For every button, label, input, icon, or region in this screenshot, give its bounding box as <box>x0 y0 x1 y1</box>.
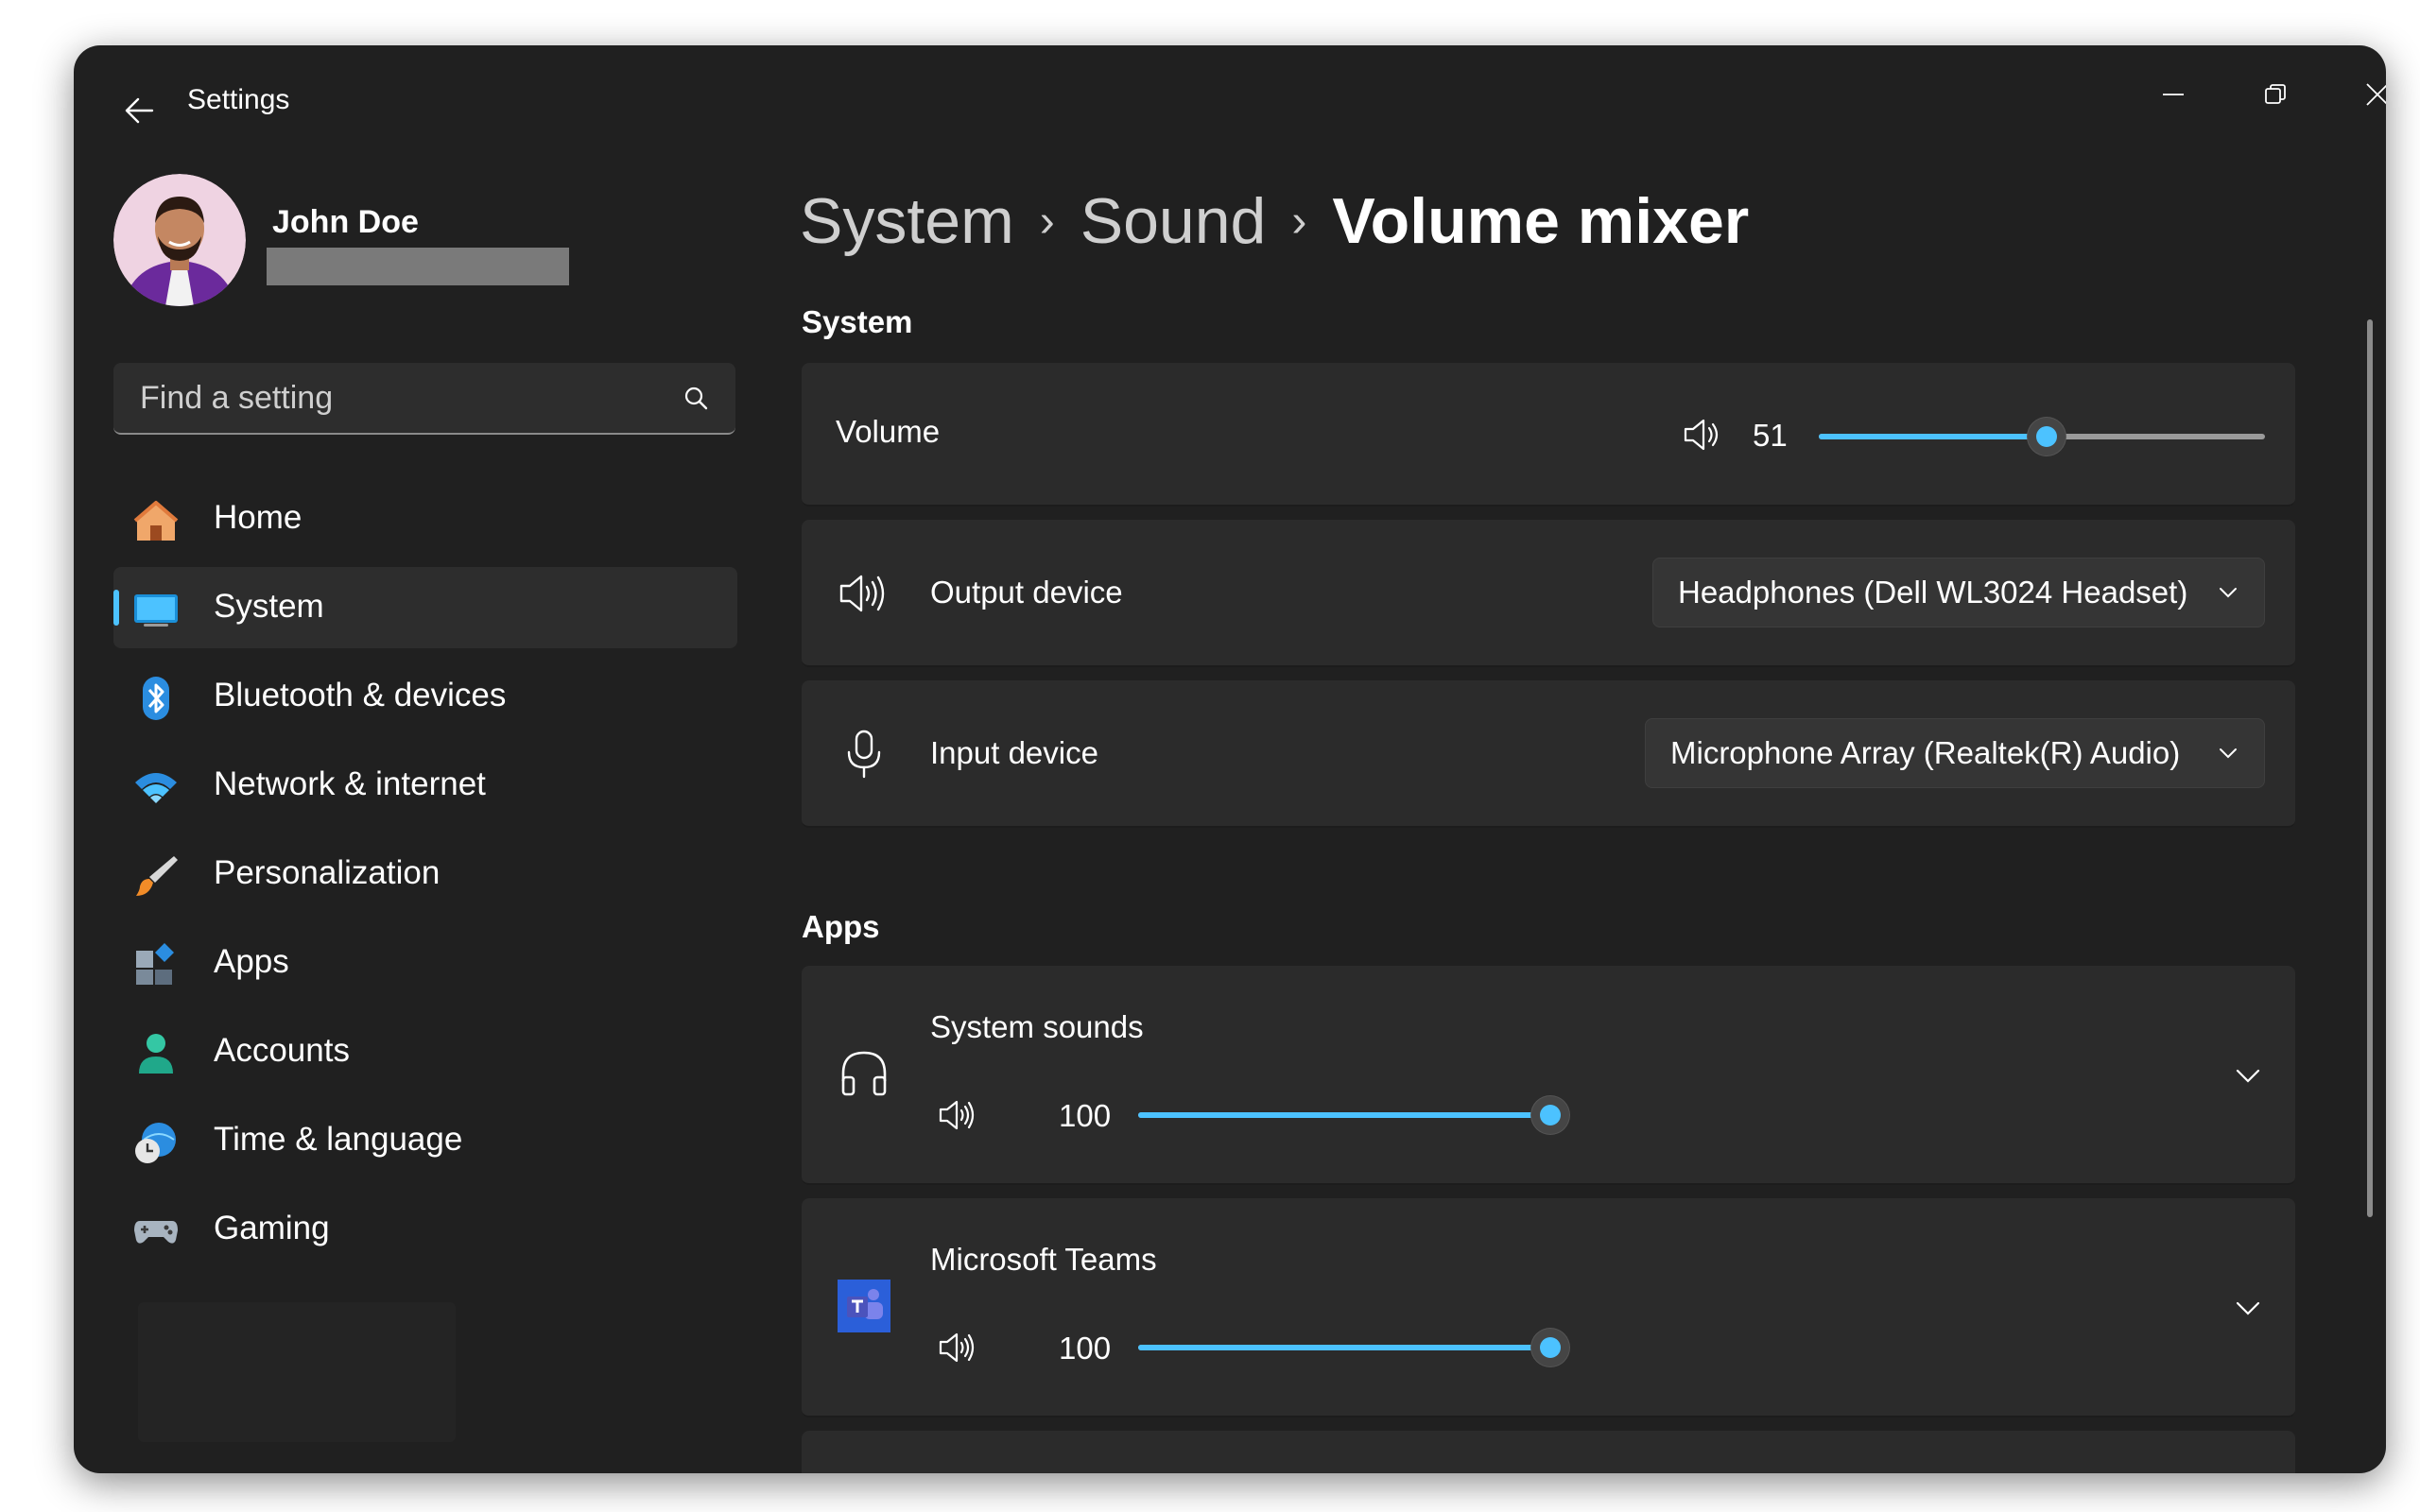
sidebar-item-accounts[interactable]: Accounts <box>113 1011 737 1092</box>
scrollbar[interactable] <box>2367 319 2373 1217</box>
app-card-system-sounds[interactable]: System sounds 100 <box>802 966 2295 1185</box>
slider-thumb[interactable] <box>1531 1329 1569 1366</box>
selection-indicator <box>113 590 119 626</box>
app-volume-slider[interactable] <box>1138 1096 1569 1134</box>
wifi-icon <box>135 773 177 803</box>
chevron-down-icon[interactable] <box>2233 1060 2263 1091</box>
speaker-icon[interactable] <box>936 1094 977 1136</box>
speaker-icon <box>839 575 885 612</box>
breadcrumb: System › Sound › Volume mixer <box>800 174 1749 268</box>
sidebar-item-label: Gaming <box>214 1210 330 1246</box>
breadcrumb-sound[interactable]: Sound <box>1080 184 1267 258</box>
section-title-system: System <box>802 304 913 339</box>
output-device-card: Output device Headphones (Dell WL3024 He… <box>802 520 2295 667</box>
headphones-icon <box>841 1051 887 1096</box>
sidebar-item-gaming[interactable]: Gaming <box>113 1189 737 1270</box>
chevron-down-icon[interactable] <box>2233 1293 2263 1323</box>
sidebar-item-label: Bluetooth & devices <box>214 677 507 713</box>
avatar-photo-icon <box>113 174 246 306</box>
microphone-icon <box>847 730 881 779</box>
output-device-value: Headphones (Dell WL3024 Headset) <box>1678 575 2188 610</box>
monitor-icon <box>134 594 178 627</box>
input-device-label: Input device <box>930 735 1098 770</box>
user-email-redacted <box>267 248 569 285</box>
sidebar-item-label: System <box>214 588 324 625</box>
search-icon[interactable] <box>681 384 711 414</box>
app-card-microsoft-teams[interactable]: Microsoft Teams 100 <box>802 1198 2295 1418</box>
search-input[interactable] <box>138 363 671 433</box>
output-device-label: Output device <box>930 575 1123 610</box>
avatar[interactable] <box>113 174 246 306</box>
volume-label: Volume <box>836 414 941 449</box>
volume-slider[interactable] <box>1819 418 2265 455</box>
sidebar-item-network[interactable]: Network & internet <box>113 745 737 826</box>
sidebar-item-label: Network & internet <box>214 765 486 802</box>
sidebar-item-apps[interactable]: Apps <box>113 922 737 1004</box>
app-name: Microsoft Teams <box>930 1242 1157 1277</box>
input-device-dropdown[interactable]: Microphone Array (Realtek(R) Audio) <box>1645 718 2265 788</box>
chevron-down-icon <box>2220 588 2237 598</box>
app-card-partial <box>802 1431 2295 1473</box>
gamepad-icon <box>134 1221 178 1244</box>
sidebar-item-personalization[interactable]: Personalization <box>113 833 737 915</box>
slider-thumb[interactable] <box>2027 418 2066 455</box>
sidebar-item-label: Accounts <box>214 1032 350 1069</box>
volume-value: 51 <box>1753 418 1788 453</box>
breadcrumb-separator: › <box>1291 196 1307 247</box>
close-button[interactable] <box>2335 66 2386 123</box>
slider-fill <box>1819 434 2047 439</box>
slider-fill <box>1138 1112 1550 1118</box>
search-box[interactable] <box>113 363 735 435</box>
slider-fill <box>1138 1345 1550 1350</box>
restore-button[interactable] <box>2233 66 2318 123</box>
sidebar-item-bluetooth[interactable]: Bluetooth & devices <box>113 656 737 737</box>
minimize-icon <box>2163 94 2184 95</box>
teams-icon <box>838 1280 890 1332</box>
page-title: Volume mixer <box>1332 185 1750 257</box>
person-icon <box>139 1034 173 1074</box>
blurred-thumbnail <box>138 1302 456 1442</box>
globe-clock-icon <box>135 1123 176 1163</box>
restore-icon <box>2265 84 2286 104</box>
apps-icon <box>136 943 174 985</box>
home-icon <box>133 501 179 541</box>
speaker-icon[interactable] <box>936 1327 977 1368</box>
input-device-card: Input device Microphone Array (Realtek(R… <box>802 680 2295 828</box>
sidebar-item-time-language[interactable]: Time & language <box>113 1100 737 1181</box>
chevron-down-icon <box>2220 748 2237 759</box>
speaker-icon[interactable] <box>1681 414 1722 455</box>
sidebar-item-label: Personalization <box>214 854 441 891</box>
input-device-value: Microphone Array (Realtek(R) Audio) <box>1670 735 2181 770</box>
back-arrow-icon <box>125 97 154 124</box>
sidebar-item-home[interactable]: Home <box>113 478 737 559</box>
app-volume-value: 100 <box>1059 1098 1112 1133</box>
app-volume-value: 100 <box>1059 1331 1112 1366</box>
app-name: System sounds <box>930 1009 1144 1044</box>
back-button[interactable] <box>106 77 172 144</box>
bluetooth-icon <box>143 677 169 720</box>
settings-window: Settings John Doe Ho <box>74 45 2386 1473</box>
breadcrumb-system[interactable]: System <box>800 184 1014 258</box>
sidebar-item-label: Home <box>214 499 302 536</box>
sidebar-item-label: Time & language <box>214 1121 463 1158</box>
breadcrumb-separator: › <box>1039 196 1055 247</box>
minimize-button[interactable] <box>2131 66 2216 123</box>
volume-card: Volume 51 <box>802 363 2295 507</box>
brush-icon <box>136 856 178 896</box>
title-bar: Settings <box>74 45 2386 159</box>
app-volume-slider[interactable] <box>1138 1329 1569 1366</box>
close-icon <box>2366 83 2386 106</box>
user-name: John Doe <box>272 204 419 240</box>
sidebar-item-system[interactable]: System <box>113 567 737 648</box>
sidebar-item-label: Apps <box>214 943 289 980</box>
output-device-dropdown[interactable]: Headphones (Dell WL3024 Headset) <box>1652 558 2265 627</box>
section-title-apps: Apps <box>802 909 880 944</box>
slider-thumb[interactable] <box>1531 1096 1569 1134</box>
app-title: Settings <box>187 84 290 115</box>
